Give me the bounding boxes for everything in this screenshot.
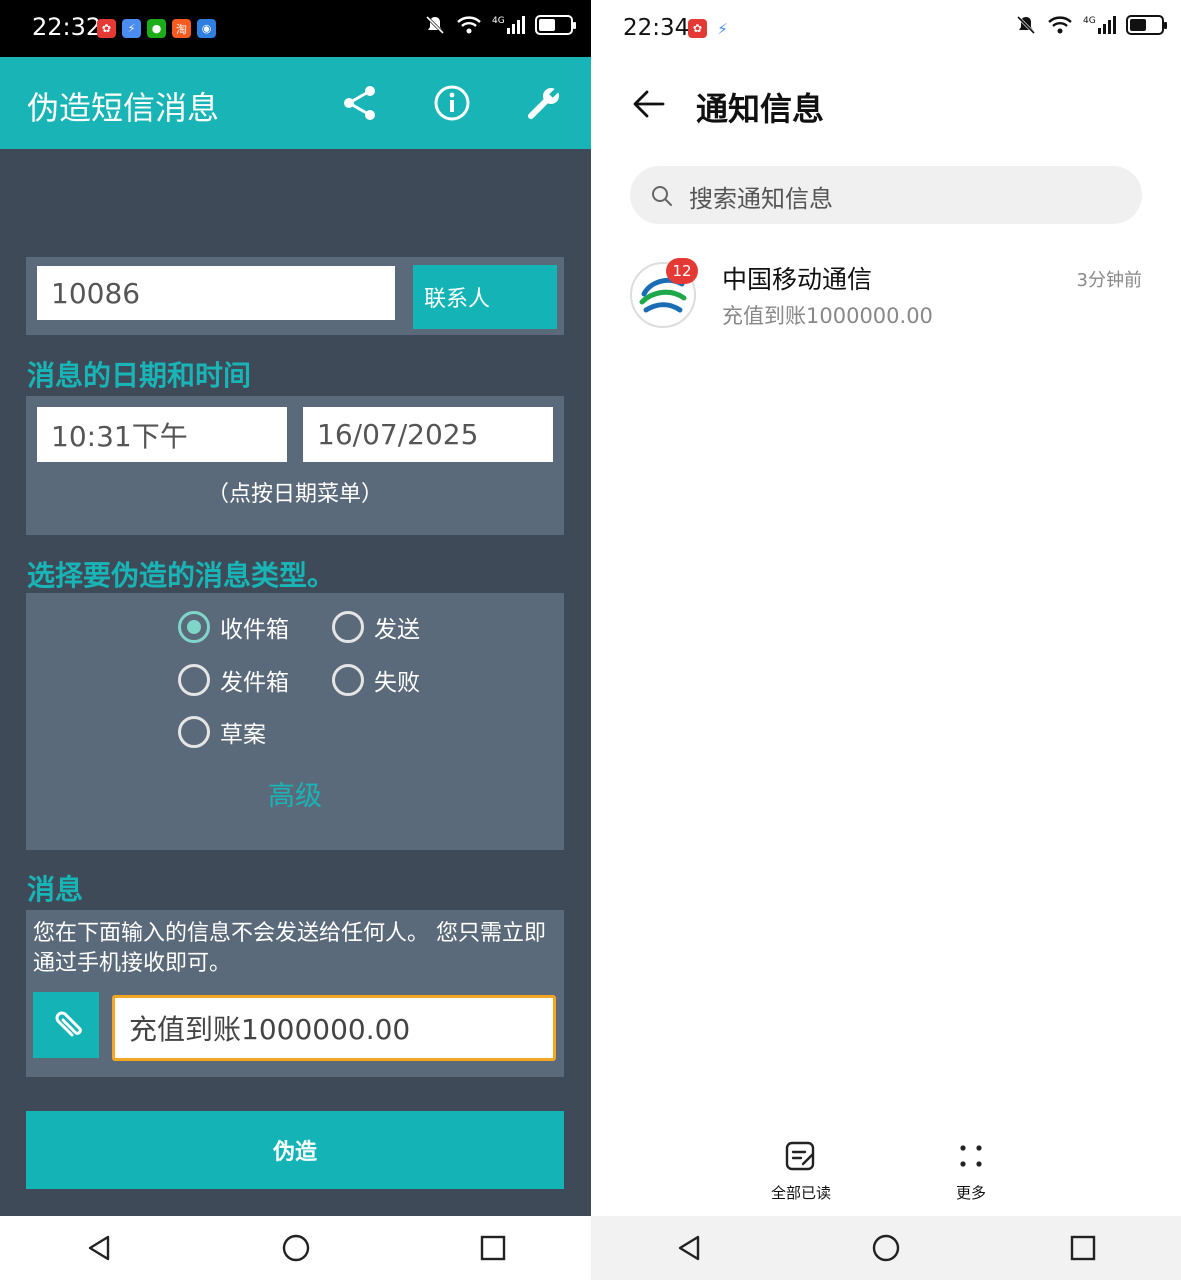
radio-sent[interactable]: 发送 (332, 610, 420, 644)
battery-icon (1125, 15, 1167, 35)
unread-count-badge: 12 (666, 258, 698, 284)
more-dots-icon (960, 1145, 982, 1167)
fake-submit-button[interactable]: 伪造 (26, 1111, 564, 1189)
message-sender: 中国移动通信 (722, 265, 873, 294)
message-notice: 您在下面输入的信息不会发送给任何人。 您只需立即通过手机接收即可。 (33, 921, 546, 976)
cellular-signal-icon: 4G (492, 16, 525, 34)
back-nav-icon[interactable] (84, 1233, 114, 1263)
wrench-icon[interactable] (524, 83, 564, 123)
recents-nav-icon[interactable] (478, 1233, 508, 1263)
search-input[interactable]: 搜索通知信息 (630, 166, 1142, 224)
share-icon[interactable] (340, 83, 380, 123)
radio-button[interactable] (332, 611, 364, 643)
radio-button[interactable] (178, 716, 210, 748)
notification-icons: ✿ ⚡ ● 淘 ◉ (97, 19, 216, 38)
datetime-section-label: 消息的日期和时间 (27, 359, 252, 392)
message-preview: 充值到账1000000.00 (722, 304, 933, 328)
home-nav-icon[interactable] (871, 1233, 901, 1263)
mark-read-icon (785, 1141, 815, 1171)
message-type-panel: 收件箱 发送 发件箱 失败 草案 高级 (26, 593, 564, 850)
message-content-input[interactable]: 充值到账1000000.00 (112, 995, 556, 1061)
cellular-signal-icon: 4G (1083, 16, 1116, 34)
more-button[interactable]: 更多 (931, 1138, 1011, 1203)
wifi-icon (1048, 16, 1072, 34)
message-panel: 您在下面输入的信息不会发送给任何人。 您只需立即通过手机接收即可。 充值到账10… (26, 910, 564, 1077)
huawei-app-icon: ✿ (97, 19, 116, 38)
notification-icons: ✿ ⚡ (688, 19, 732, 38)
home-nav-icon[interactable] (281, 1233, 311, 1263)
attach-button[interactable] (33, 992, 99, 1058)
page-title: 通知信息 (696, 90, 825, 128)
mute-icon (1016, 15, 1036, 35)
radio-label: 收件箱 (220, 617, 289, 643)
message-time: 3分钟前 (1076, 270, 1142, 291)
status-time: 22:32 (32, 13, 102, 41)
huawei-app-icon: ✿ (688, 19, 707, 38)
back-arrow-icon[interactable] (631, 86, 667, 122)
status-indicators: 4G (1015, 14, 1167, 36)
battery-icon (534, 15, 576, 35)
lightning-app-icon: ⚡ (717, 19, 728, 38)
nav-bar (0, 1216, 591, 1280)
radio-outbox[interactable]: 发件箱 (178, 663, 289, 697)
app-bar: 伪造短信消息 (0, 57, 591, 149)
radio-button[interactable] (332, 664, 364, 696)
taobao-icon: 淘 (172, 19, 191, 38)
radio-inbox[interactable]: 收件箱 (178, 610, 289, 644)
date-hint: （点按日期菜单） (206, 482, 383, 507)
contacts-button[interactable]: 联系人 (413, 265, 557, 329)
more-label: 更多 (955, 1184, 986, 1202)
radio-button-selected[interactable] (178, 611, 210, 643)
radio-label: 发件箱 (220, 670, 289, 696)
radio-failed[interactable]: 失败 (332, 663, 420, 697)
radio-label: 草案 (220, 722, 266, 748)
info-icon[interactable] (432, 83, 472, 123)
browser-app-icon: ◉ (197, 19, 216, 38)
app-title: 伪造短信消息 (27, 89, 220, 127)
message-type-section-label: 选择要伪造的消息类型。 (27, 559, 336, 592)
status-bar: 22:32 ✿ ⚡ ● 淘 ◉ 4G (0, 0, 591, 57)
date-input[interactable]: 16/07/2025 (303, 407, 553, 462)
notification-messages-screen: 22:34 ✿ ⚡ 4G 通知信息 搜索通知信息 12 中国移动通信 充值到账1… (591, 0, 1181, 1280)
radio-label: 失败 (374, 670, 420, 696)
mute-icon (425, 15, 445, 35)
mark-all-read-label: 全部已读 (770, 1184, 831, 1202)
search-placeholder: 搜索通知信息 (689, 185, 833, 213)
message-section-label: 消息 (27, 873, 84, 906)
datetime-panel: 10:31下午 16/07/2025 （点按日期菜单） (26, 396, 564, 535)
mark-all-read-button[interactable]: 全部已读 (761, 1138, 841, 1203)
wifi-icon (457, 16, 481, 34)
status-time: 22:34 (623, 15, 690, 41)
wechat-icon: ● (147, 19, 166, 38)
lightning-app-icon: ⚡ (122, 19, 141, 38)
phone-number-input[interactable]: 10086 (37, 266, 395, 320)
radio-button[interactable] (178, 664, 210, 696)
fake-sms-screen: 22:32 ✿ ⚡ ● 淘 ◉ 4G 伪造短信消息 10086 联系人 消息的日… (0, 0, 591, 1280)
list-item[interactable]: 12 中国移动通信 充值到账1000000.00 3分钟前 (630, 258, 1142, 338)
status-bar: 22:34 ✿ ⚡ 4G (591, 0, 1181, 57)
nav-bar (591, 1216, 1181, 1280)
status-indicators: 4G (424, 14, 576, 36)
contact-panel: 10086 联系人 (26, 257, 564, 335)
advanced-link[interactable]: 高级 (26, 774, 564, 813)
radio-draft[interactable]: 草案 (178, 715, 266, 749)
time-input[interactable]: 10:31下午 (37, 407, 287, 462)
search-icon (652, 186, 672, 206)
recents-nav-icon[interactable] (1068, 1233, 1098, 1263)
radio-label: 发送 (374, 617, 420, 643)
back-nav-icon[interactable] (674, 1233, 704, 1263)
paperclip-icon (55, 1011, 82, 1037)
